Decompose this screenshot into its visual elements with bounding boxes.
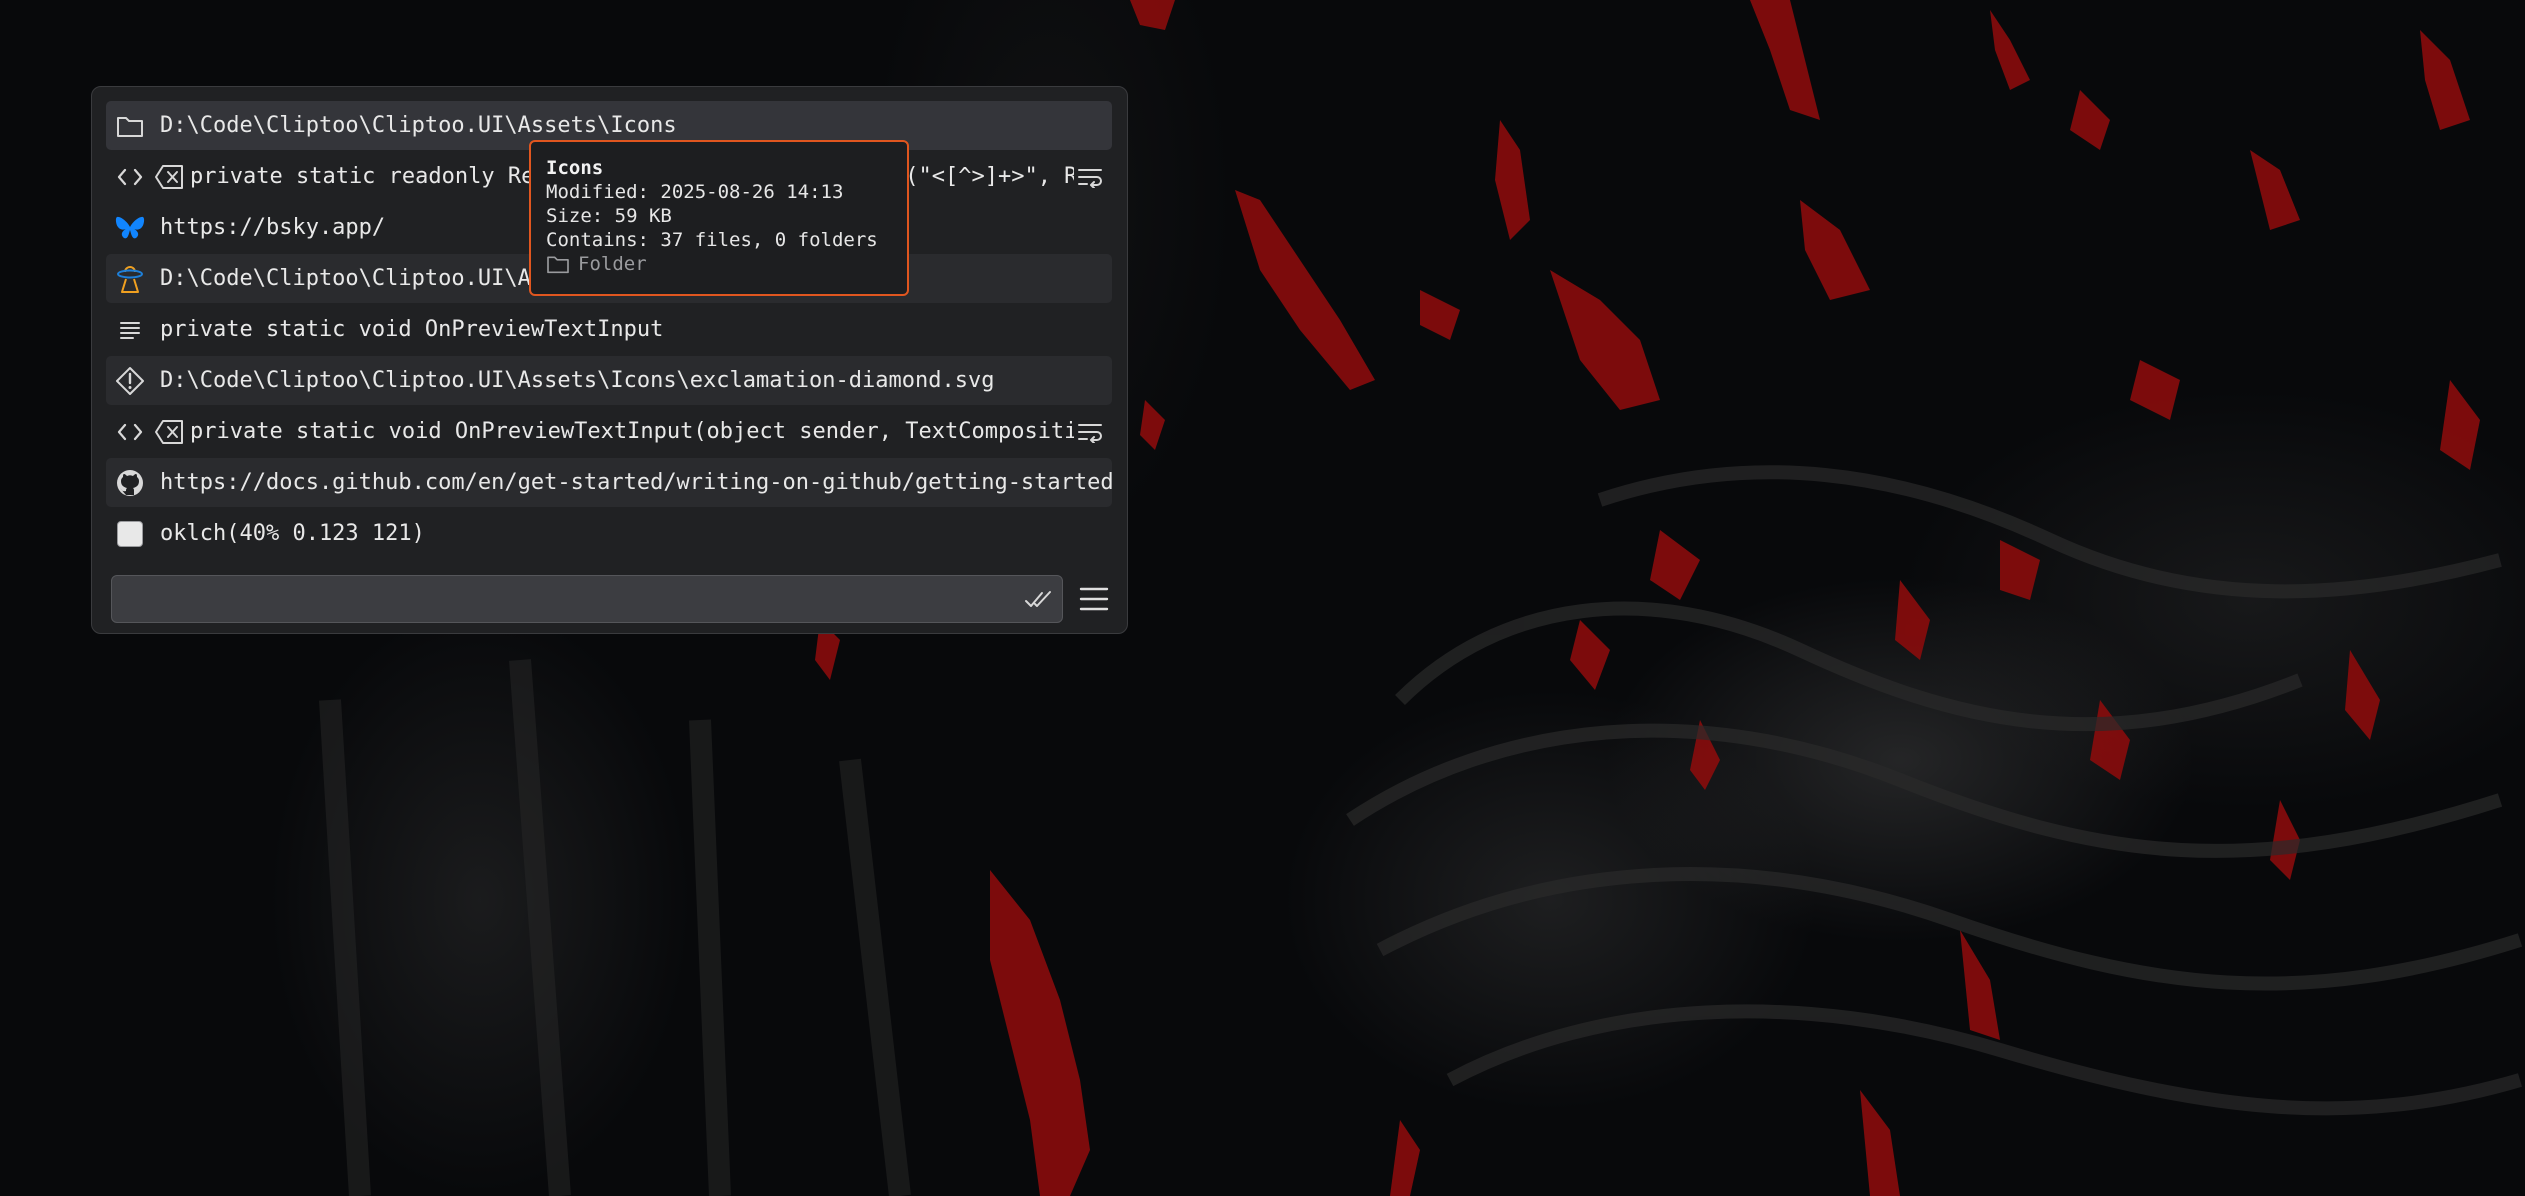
bluesky-icon: [114, 212, 146, 244]
item-tooltip: Icons Modified: 2025-08-26 14:13 Size: 5…: [529, 140, 909, 296]
clip-item-url[interactable]: https://docs.github.com/en/get-started/w…: [106, 458, 1112, 507]
color-swatch-icon: [114, 518, 146, 550]
wrap-text-icon[interactable]: [1074, 416, 1106, 448]
tooltip-type-label: Folder: [578, 253, 647, 275]
exclamation-diamond-icon: [114, 365, 146, 397]
search-box[interactable]: [111, 575, 1063, 623]
clip-item-text[interactable]: private static void OnPreviewTextInput: [106, 305, 1112, 354]
tooltip-type: Folder: [546, 252, 907, 276]
clear-format-icon: [154, 417, 184, 447]
clip-item-text: private static void OnPreviewTextInput: [160, 317, 664, 342]
clip-item-text: D:\Code\Cliptoo\Cliptoo.UI\Assets\Icons: [160, 113, 677, 138]
clip-item-text: oklch(40% 0.123 121): [160, 521, 425, 546]
github-icon: [114, 467, 146, 499]
text-lines-icon: [114, 314, 146, 346]
double-check-icon[interactable]: [1024, 586, 1054, 614]
wrap-text-icon[interactable]: [1074, 161, 1106, 193]
clip-item-code[interactable]: private static void OnPreviewTextInput(o…: [106, 407, 1112, 456]
clip-item-text: https://docs.github.com/en/get-started/w…: [160, 470, 1112, 495]
clear-format-icon: [154, 162, 184, 192]
tooltip-contains: Contains: 37 files, 0 folders: [546, 229, 878, 251]
tooltip-title: Icons: [546, 157, 604, 179]
search-input[interactable]: [124, 582, 1008, 618]
hamburger-icon: [1079, 587, 1109, 611]
folder-icon: [547, 256, 569, 274]
clip-item-text: D:\Code\Cliptoo\Cliptoo.UI\Assets\Icons\…: [160, 368, 995, 393]
clip-item-svg-file[interactable]: D:\Code\Cliptoo\Cliptoo.UI\Assets\Icons\…: [106, 356, 1112, 405]
code-icon: [114, 416, 146, 448]
tooltip-modified: Modified: 2025-08-26 14:13: [546, 181, 844, 203]
folder-icon: [114, 110, 146, 142]
code-icon: [114, 161, 146, 193]
ufo-icon: [114, 263, 146, 295]
clip-item-color[interactable]: oklch(40% 0.123 121): [106, 509, 1112, 558]
tooltip-size: Size: 59 KB: [546, 205, 672, 227]
menu-button[interactable]: [1076, 581, 1112, 617]
clip-item-text: private static void OnPreviewTextInput(o…: [190, 419, 1074, 444]
